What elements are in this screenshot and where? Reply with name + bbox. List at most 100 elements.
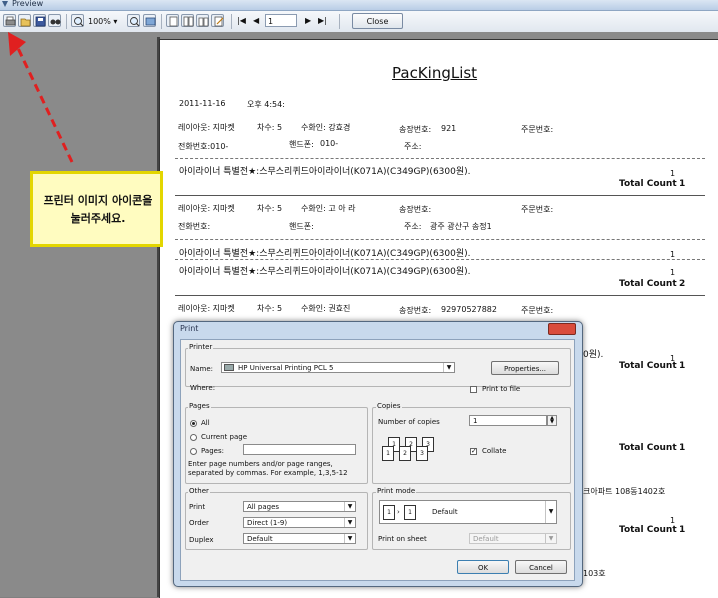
book-icon[interactable]	[196, 14, 209, 27]
dialog-title: Print	[180, 324, 199, 333]
duplex-select[interactable]: Default ▼	[243, 533, 356, 544]
chevron-down-icon: ▾	[113, 17, 118, 26]
divider	[175, 259, 705, 260]
print-on-sheet-select[interactable]: Default ▼	[469, 533, 557, 544]
print-on-sheet-label: Print on sheet	[378, 535, 427, 543]
pages-group-label: Pages	[188, 402, 211, 410]
multi-page-icon[interactable]	[181, 14, 194, 27]
printer-icon[interactable]	[3, 14, 16, 27]
total-count-value: 1	[679, 179, 686, 189]
printer-group-label: Printer	[188, 343, 214, 351]
callout-text: 프린터 이미지 아이콘을 눌러주세요.	[43, 194, 153, 225]
block-seq: 차수: 5	[257, 204, 283, 213]
block-invoice-label: 송장번호:	[399, 306, 432, 315]
item-line-partial: 0원).	[583, 350, 604, 360]
block-mobile-label: 핸드폰:	[289, 140, 314, 149]
ok-button[interactable]: OK	[457, 560, 509, 574]
collate-checkbox[interactable]: ✓	[470, 448, 477, 455]
block-address-label: 주소:	[404, 222, 422, 231]
block-order-label: 주문번호:	[521, 306, 554, 315]
first-page-icon[interactable]: |◀	[237, 16, 246, 25]
toolbar-separator	[161, 14, 162, 29]
window-title: Preview	[12, 0, 44, 8]
page-number-input[interactable]: 1	[265, 14, 297, 27]
collate-page-icon: 2	[399, 446, 411, 461]
print-to-file-label: Print to file	[482, 385, 521, 393]
print-mode-value: Default	[432, 508, 458, 516]
zoom-out-icon[interactable]	[127, 14, 140, 27]
item-line: 아이라이너 특별전★:스무스리퀴드아이라이너(K071A)(C349GP)(63…	[179, 249, 471, 259]
where-label: Where:	[190, 384, 216, 392]
pages-range-input[interactable]	[243, 444, 356, 455]
total-count-value: 1	[679, 443, 686, 453]
block-seq: 차수: 5	[257, 304, 283, 313]
number-of-copies-value: 1	[473, 417, 478, 425]
block-invoice-label: 송장번호:	[399, 125, 432, 134]
cancel-button[interactable]: Cancel	[515, 560, 567, 574]
zoom-in-icon[interactable]	[71, 14, 84, 27]
print-range-select[interactable]: All pages ▼	[243, 501, 356, 512]
printer-name-label: Name:	[190, 365, 214, 373]
number-of-copies-input[interactable]: 1	[469, 415, 547, 426]
report-date: 2011-11-16	[179, 99, 226, 108]
print-range-label: Print	[189, 503, 206, 511]
print-mode-select[interactable]: 1 › 1 Default ▼	[379, 500, 557, 524]
previous-page-icon[interactable]: ◀	[253, 16, 259, 25]
printer-select[interactable]: HP Universal Printing PCL 5 ▼	[221, 362, 455, 373]
full-screen-icon[interactable]	[143, 14, 156, 27]
print-mode-page-icon: 1	[404, 505, 416, 520]
chevron-down-icon: ▼	[443, 363, 454, 372]
radio-pages[interactable]	[190, 448, 197, 455]
print-to-file-checkbox[interactable]	[470, 386, 477, 393]
chevron-down-icon: ▼	[545, 501, 556, 523]
radio-all[interactable]	[190, 420, 197, 427]
number-of-copies-label: Number of copies	[378, 418, 440, 426]
window-title-bar: Preview	[0, 0, 718, 11]
zoom-select[interactable]: 100% ▾	[88, 15, 120, 28]
order-select[interactable]: Direct (1-9) ▼	[243, 517, 356, 528]
save-disk-icon[interactable]	[33, 14, 46, 27]
block-address-value: 광주 광산구 송정1	[430, 222, 492, 231]
collate-label: Collate	[482, 447, 507, 455]
chevron-down-icon: ▼	[344, 502, 355, 511]
close-button[interactable]: Close	[352, 13, 403, 29]
report-title: PacKingList	[392, 64, 478, 82]
divider	[175, 295, 705, 296]
total-count-label: Total Count	[619, 179, 677, 189]
copies-group-label: Copies	[376, 402, 402, 410]
edit-page-icon[interactable]	[211, 14, 224, 27]
next-page-icon[interactable]: ▶	[305, 16, 311, 25]
address-partial: 103호	[583, 569, 606, 578]
radio-current-page-label: Current page	[201, 433, 247, 441]
block-seq: 차수: 5	[257, 123, 283, 132]
block-mobile-label: 핸드폰:	[289, 222, 314, 231]
radio-current-page[interactable]	[190, 434, 197, 441]
single-page-icon[interactable]	[166, 14, 179, 27]
window-menu-icon[interactable]	[2, 1, 8, 7]
properties-button[interactable]: Properties...	[491, 361, 559, 375]
item-qty: 1	[670, 268, 676, 277]
copies-spinner[interactable]: ▲ ▼	[547, 415, 557, 426]
dialog-close-button[interactable]	[548, 323, 576, 335]
block-order-label: 주문번호:	[521, 205, 554, 214]
block-phone: 전화번호:	[178, 222, 211, 231]
divider	[175, 195, 705, 196]
print-on-sheet-value: Default	[473, 535, 499, 543]
radio-pages-label: Pages:	[201, 447, 224, 455]
print-dialog: Print Printer Name: HP Universal Printin…	[173, 321, 583, 587]
toolbar-separator	[339, 14, 340, 29]
last-page-icon[interactable]: ▶|	[318, 16, 327, 25]
total-count-label: Total Count	[619, 525, 677, 535]
total-count-label: Total Count	[619, 443, 677, 453]
find-binoculars-icon[interactable]	[48, 14, 61, 27]
zoom-value: 100%	[88, 17, 111, 26]
total-count-label: Total Count	[619, 279, 677, 289]
block-recipient: 수화인: 고 아 라	[301, 204, 356, 213]
item-qty: 1	[670, 169, 676, 178]
divider	[175, 239, 705, 240]
toolbar-separator	[66, 14, 67, 29]
block-invoice-no: 92970527882	[441, 305, 497, 314]
block-layout: 레이아웃: 지마켓	[178, 204, 235, 213]
print-range-value: All pages	[247, 503, 280, 511]
open-folder-icon[interactable]	[18, 14, 31, 27]
